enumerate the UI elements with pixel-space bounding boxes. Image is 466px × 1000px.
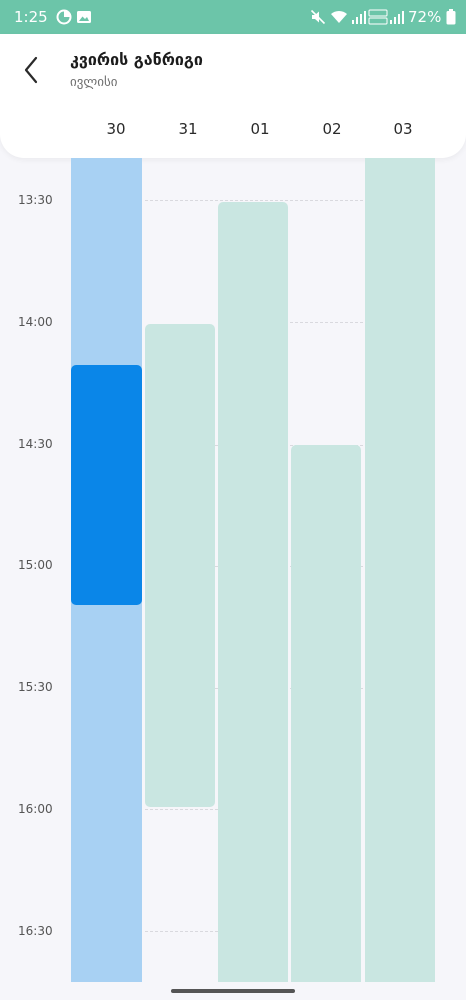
time-label: 15:00: [18, 558, 53, 572]
page-title: კვირის განრიგი: [70, 50, 203, 69]
available-slot-02[interactable]: [291, 445, 361, 982]
available-slot-01[interactable]: [218, 202, 288, 982]
data-saver-icon: [56, 9, 72, 25]
mute-icon: [310, 9, 326, 25]
day-label-31[interactable]: 31: [152, 120, 224, 138]
status-time: 1:25: [14, 8, 48, 26]
week-schedule-header: კვირის განრიგი ივლისი 30 31 01 02 03: [0, 34, 466, 158]
battery-percent: 72%: [408, 8, 442, 26]
home-gesture-handle[interactable]: [171, 989, 295, 993]
available-slot-31[interactable]: [145, 324, 215, 807]
time-label: 14:00: [18, 315, 53, 329]
signal-icon: [352, 11, 366, 24]
time-label: 16:30: [18, 924, 53, 938]
selected-time-slot[interactable]: [71, 365, 142, 605]
schedule-grid: 13:30 14:00 14:30 15:00 15:30 16:00 16:3…: [0, 158, 466, 982]
battery-icon: [446, 9, 456, 25]
time-label: 16:00: [18, 802, 53, 816]
volte-lte-icon: [368, 9, 388, 25]
day-label-02[interactable]: 02: [296, 120, 368, 138]
grid-line: [290, 322, 363, 323]
status-bar: 1:25 72%: [0, 0, 466, 34]
day-label-01[interactable]: 01: [224, 120, 296, 138]
day-label-30[interactable]: 30: [80, 120, 152, 138]
gallery-icon: [77, 11, 91, 23]
time-label: 14:30: [18, 437, 53, 451]
time-label: 13:30: [18, 193, 53, 207]
back-arrow-icon[interactable]: [16, 52, 48, 88]
month-subtitle: ივლისი: [70, 75, 118, 90]
grid-line: [145, 200, 363, 201]
wifi-icon: [331, 10, 347, 23]
day-label-03[interactable]: 03: [367, 120, 439, 138]
signal-icon: [390, 11, 404, 24]
available-slot-03[interactable]: [365, 158, 435, 982]
grid-line: [145, 931, 218, 932]
grid-line: [145, 809, 218, 810]
time-label: 15:30: [18, 680, 53, 694]
